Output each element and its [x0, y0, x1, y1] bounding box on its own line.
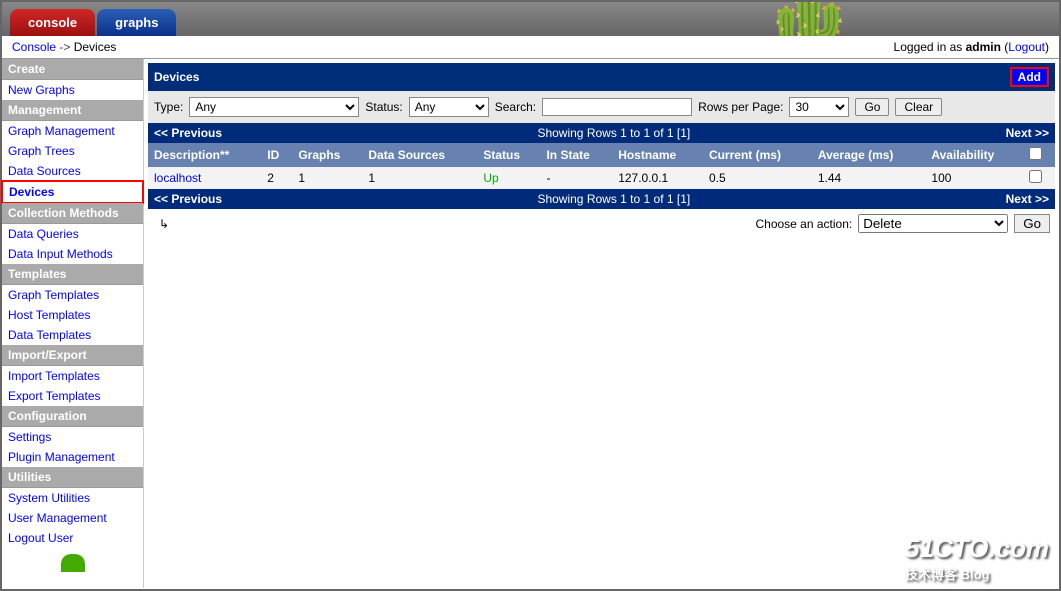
devices-table: Description**IDGraphsData SourcesStatusI…: [148, 143, 1055, 189]
pager-info: Showing Rows 1 to 1 of 1 [1]: [537, 126, 690, 140]
pager-info-bottom: Showing Rows 1 to 1 of 1 [1]: [537, 192, 690, 206]
status-select[interactable]: Any: [409, 97, 489, 117]
cell-average: 1.44: [812, 167, 926, 189]
cell-data-sources: 1: [362, 167, 477, 189]
col-0[interactable]: Description**: [148, 143, 261, 167]
row-checkbox[interactable]: [1029, 170, 1042, 183]
cell-hostname: 127.0.0.1: [612, 167, 703, 189]
watermark-sub: 技术博客 Blog: [905, 564, 1049, 583]
cell-status: Up: [477, 167, 540, 189]
status-label: Status:: [365, 100, 402, 114]
cell-id: 2: [261, 167, 292, 189]
sidebar-item-system-utilities[interactable]: System Utilities: [2, 488, 143, 508]
sidebar-header-import-export: Import/Export: [2, 345, 143, 366]
sidebar-item-logout-user[interactable]: Logout User: [2, 528, 143, 548]
sidebar-item-data-sources[interactable]: Data Sources: [2, 161, 143, 181]
pager-top: << Previous Showing Rows 1 to 1 of 1 [1]…: [148, 123, 1055, 143]
pager-bottom: << Previous Showing Rows 1 to 1 of 1 [1]…: [148, 189, 1055, 209]
sidebar-item-data-templates[interactable]: Data Templates: [2, 325, 143, 345]
panel-title: Devices: [154, 70, 199, 84]
type-select[interactable]: Any: [189, 97, 359, 117]
breadcrumb-current: Devices: [74, 40, 117, 54]
col-2[interactable]: Graphs: [292, 143, 362, 167]
login-text: Logged in as: [894, 40, 966, 54]
sidebar-header-collection-methods: Collection Methods: [2, 203, 143, 224]
sidebar-item-graph-templates[interactable]: Graph Templates: [2, 285, 143, 305]
sidebar-header-create: Create: [2, 59, 143, 80]
action-label: Choose an action:: [755, 217, 852, 231]
cell-graphs: 1: [292, 167, 362, 189]
breadcrumb: Console -> Devices Logged in as admin (L…: [2, 36, 1059, 59]
action-select[interactable]: Delete: [858, 214, 1008, 233]
sidebar-header-configuration: Configuration: [2, 406, 143, 427]
prev-link-bottom[interactable]: << Previous: [154, 192, 222, 206]
sidebar-item-host-templates[interactable]: Host Templates: [2, 305, 143, 325]
device-link[interactable]: localhost: [154, 171, 201, 185]
watermark-main: 51CTO.com: [905, 533, 1049, 563]
corner-icon: ↳: [153, 217, 169, 231]
sidebar-header-management: Management: [2, 100, 143, 121]
search-label: Search:: [495, 100, 536, 114]
sidebar-item-settings[interactable]: Settings: [2, 427, 143, 447]
sidebar-item-export-templates[interactable]: Export Templates: [2, 386, 143, 406]
sidebar-logo: [2, 548, 143, 568]
cell-current: 0.5: [703, 167, 812, 189]
col-4[interactable]: Status: [477, 143, 540, 167]
rpp-label: Rows per Page:: [698, 100, 783, 114]
prev-link[interactable]: << Previous: [154, 126, 222, 140]
next-link[interactable]: Next >>: [1006, 126, 1049, 140]
filter-toolbar: Type: Any Status: Any Search: Rows per P…: [148, 91, 1055, 123]
breadcrumb-sep: ->: [56, 40, 74, 54]
sidebar-item-graph-management[interactable]: Graph Management: [2, 121, 143, 141]
breadcrumb-console[interactable]: Console: [12, 40, 56, 54]
rpp-select[interactable]: 30: [789, 97, 849, 117]
clear-button[interactable]: [895, 98, 942, 116]
action-go-button[interactable]: [1014, 214, 1050, 233]
col-checkbox: [1023, 143, 1055, 167]
sidebar-item-user-management[interactable]: User Management: [2, 508, 143, 528]
content: Devices Add Type: Any Status: Any Search…: [144, 59, 1059, 588]
cell-checkbox: [1023, 167, 1055, 189]
search-input[interactable]: [542, 98, 692, 116]
col-5[interactable]: In State: [540, 143, 612, 167]
watermark: 51CTO.com 技术博客 Blog: [905, 533, 1049, 583]
col-3[interactable]: Data Sources: [362, 143, 477, 167]
sidebar-header-templates: Templates: [2, 264, 143, 285]
select-all-checkbox[interactable]: [1029, 147, 1042, 160]
action-row: ↳ Choose an action: Delete: [148, 209, 1055, 238]
login-user: admin: [966, 40, 1001, 54]
cell-in-state: -: [540, 167, 612, 189]
login-info: Logged in as admin (Logout): [894, 40, 1049, 54]
cell-availability: 100: [925, 167, 1022, 189]
col-1[interactable]: ID: [261, 143, 292, 167]
sidebar-item-new-graphs[interactable]: New Graphs: [2, 80, 143, 100]
sidebar-item-graph-trees[interactable]: Graph Trees: [2, 141, 143, 161]
sidebar-item-plugin-management[interactable]: Plugin Management: [2, 447, 143, 467]
type-label: Type:: [154, 100, 183, 114]
sidebar: CreateNew GraphsManagementGraph Manageme…: [2, 59, 144, 588]
col-8[interactable]: Average (ms): [812, 143, 926, 167]
col-7[interactable]: Current (ms): [703, 143, 812, 167]
tab-console[interactable]: console: [10, 9, 95, 36]
cell-description: localhost: [148, 167, 261, 189]
table-row: localhost211Up-127.0.0.10.51.44100: [148, 167, 1055, 189]
sidebar-item-import-templates[interactable]: Import Templates: [2, 366, 143, 386]
logout-link[interactable]: Logout: [1008, 40, 1045, 54]
sidebar-item-data-input-methods[interactable]: Data Input Methods: [2, 244, 143, 264]
col-9[interactable]: Availability: [925, 143, 1022, 167]
col-6[interactable]: Hostname: [612, 143, 703, 167]
logo-cactus: 🌵: [759, 2, 859, 36]
sidebar-item-data-queries[interactable]: Data Queries: [2, 224, 143, 244]
panel-header: Devices Add: [148, 63, 1055, 91]
add-button[interactable]: Add: [1010, 67, 1049, 87]
next-link-bottom[interactable]: Next >>: [1006, 192, 1049, 206]
go-button[interactable]: [855, 98, 889, 116]
tab-graphs[interactable]: graphs: [97, 9, 176, 36]
top-tabs: console graphs 🌵: [2, 2, 1059, 36]
sidebar-item-devices[interactable]: Devices: [1, 180, 144, 204]
sidebar-header-utilities: Utilities: [2, 467, 143, 488]
